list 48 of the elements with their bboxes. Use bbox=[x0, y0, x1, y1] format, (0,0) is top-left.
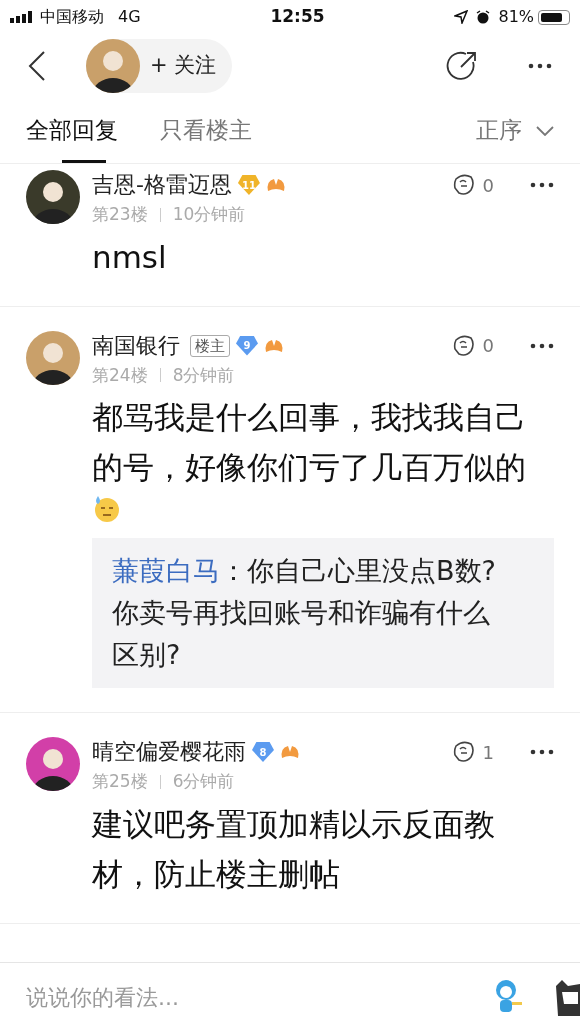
more-icon[interactable] bbox=[530, 182, 554, 188]
username[interactable]: 南国银行 bbox=[92, 330, 180, 361]
location-icon bbox=[454, 10, 469, 24]
follow-button[interactable]: + 关注 bbox=[86, 39, 233, 93]
chevron-down-icon bbox=[536, 125, 554, 136]
sort-button[interactable]: 正序 bbox=[476, 113, 554, 148]
comment-field[interactable]: 说说你的看法... bbox=[26, 981, 492, 1014]
post-text: nmsl bbox=[92, 237, 168, 277]
alarm-icon bbox=[476, 10, 491, 24]
avatar bbox=[26, 737, 80, 791]
tab[interactable]: 全部回复 bbox=[26, 98, 118, 163]
more-icon[interactable] bbox=[530, 749, 554, 755]
back-icon[interactable] bbox=[28, 51, 46, 81]
post-time: 6分钟前 bbox=[172, 770, 235, 793]
medal-icon bbox=[280, 744, 300, 760]
battery-icon bbox=[538, 9, 570, 25]
cartoon-icon[interactable] bbox=[554, 977, 580, 1018]
post-text: 都骂我是什么回事，我找我自己的号，好像你们亏了几百万似的 bbox=[92, 398, 527, 487]
level-badge: 9 bbox=[236, 335, 258, 356]
floor-number: 第23楼 bbox=[92, 203, 148, 226]
more-icon[interactable] bbox=[528, 63, 552, 69]
share-icon[interactable] bbox=[446, 50, 478, 82]
level-badge: 11 bbox=[237, 175, 260, 195]
level-badge: 8 bbox=[252, 742, 274, 762]
post-time: 8分钟前 bbox=[172, 363, 235, 387]
battery-percent: 81% bbox=[498, 6, 534, 28]
username[interactable]: 晴空偏爱樱花雨 bbox=[92, 737, 246, 767]
username[interactable]: 吉恩-格雷迈恩 bbox=[92, 170, 232, 200]
post-time: 10分钟前 bbox=[172, 203, 246, 226]
avatar bbox=[26, 170, 80, 224]
avatar bbox=[26, 330, 80, 385]
network-type: 4G bbox=[118, 6, 141, 28]
floor-number: 第25楼 bbox=[92, 770, 148, 793]
medal-icon bbox=[264, 337, 284, 354]
like-count: 1 bbox=[482, 740, 494, 765]
carrier: 中国移动 bbox=[40, 6, 104, 28]
like-count: 0 bbox=[482, 173, 494, 198]
more-icon[interactable] bbox=[530, 342, 554, 349]
post-text: 建议吧务置顶加精以示反面教材，防止楼主删帖 bbox=[92, 804, 496, 894]
tab[interactable]: 只看楼主 bbox=[160, 98, 252, 163]
like-count: 0 bbox=[482, 334, 494, 358]
floor-number: 第24楼 bbox=[92, 363, 148, 387]
owner-tag: 楼主 bbox=[190, 334, 230, 357]
author-link[interactable]: 蒹葭白马 bbox=[112, 555, 220, 586]
avatar bbox=[86, 39, 140, 93]
medal-icon bbox=[265, 177, 286, 193]
clock: 12:55 bbox=[270, 5, 325, 29]
quoted-reply: 蒹葭白马：你自己心里没点B数?你卖号再找回账号和诈骗有什么区别? bbox=[92, 538, 554, 688]
